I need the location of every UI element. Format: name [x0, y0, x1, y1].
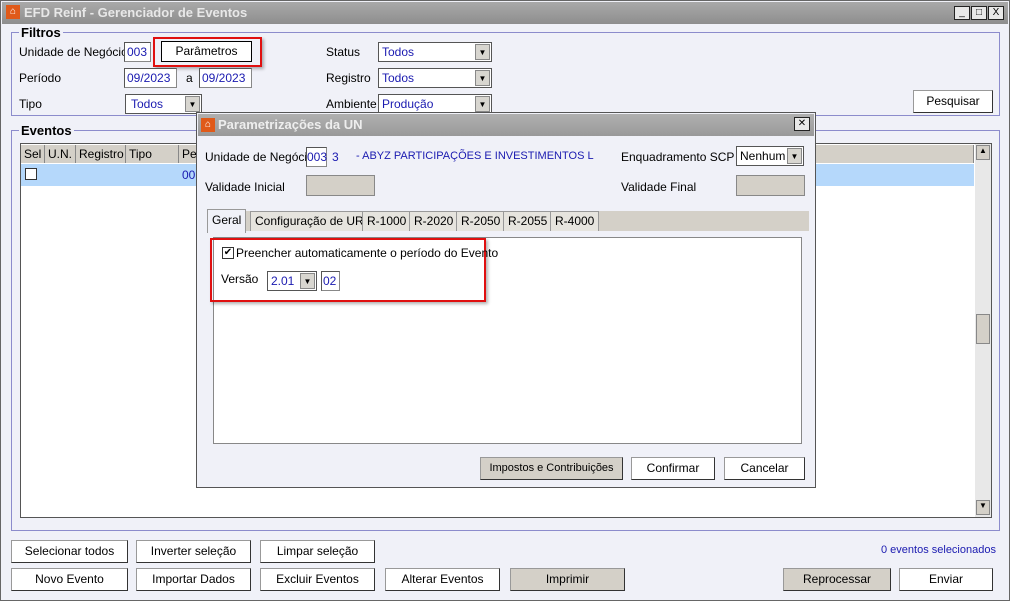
validade-final-label: Validade Final	[621, 180, 697, 194]
row-checkbox[interactable]	[25, 168, 37, 180]
tab-r1000[interactable]: R-1000	[362, 211, 412, 231]
filters-legend: Filtros	[19, 25, 63, 40]
scroll-up-icon[interactable]: ▲	[976, 145, 990, 160]
parametros-button[interactable]: Parâmetros	[161, 41, 252, 62]
validade-final-input[interactable]	[736, 175, 805, 196]
chevron-down-icon: ▼	[787, 148, 802, 164]
selecionar-todos-button[interactable]: Selecionar todos	[11, 540, 128, 563]
importar-dados-button[interactable]: Importar Dados	[136, 568, 251, 591]
registro-select[interactable]: Todos ▼	[378, 68, 492, 88]
chevron-down-icon: ▼	[475, 70, 490, 86]
ambiente-value: Produção	[382, 97, 434, 111]
col-sel[interactable]: Sel	[21, 145, 45, 163]
close-button[interactable]: X	[988, 6, 1004, 20]
unidade-input[interactable]: 003	[124, 42, 151, 62]
versao-value: 2.01	[271, 274, 295, 288]
dialog-unidade-code: 3	[332, 150, 339, 164]
chevron-down-icon: ▼	[185, 96, 200, 112]
status-value: Todos	[382, 45, 415, 59]
excluir-eventos-button[interactable]: Excluir Eventos	[260, 568, 375, 591]
enquadramento-select[interactable]: Nenhum ▼	[736, 146, 804, 166]
limpar-selecao-button[interactable]: Limpar seleção	[260, 540, 375, 563]
col-registro[interactable]: Registro	[76, 145, 126, 163]
tab-r4000[interactable]: R-4000	[550, 211, 600, 231]
impostos-contribuicoes-button[interactable]: Impostos e Contribuições	[480, 457, 623, 480]
registro-value: Todos	[382, 71, 415, 85]
registro-label: Registro	[326, 71, 371, 85]
pesquisar-button[interactable]: Pesquisar	[913, 90, 993, 113]
unidade-label: Unidade de Negócio	[19, 45, 128, 59]
validade-inicial-label: Validade Inicial	[205, 180, 285, 194]
versao-label: Versão	[221, 272, 259, 286]
imprimir-button[interactable]: Imprimir	[510, 568, 625, 591]
dialog-title: Parametrizações da UN	[198, 114, 814, 136]
ambiente-select[interactable]: Produção ▼	[378, 94, 492, 114]
dialog-unidade-label: Unidade de Negócio	[205, 150, 314, 164]
periodo-sep: a	[186, 71, 193, 85]
maximize-button[interactable]: □	[971, 6, 987, 20]
selected-count: 0 eventos selecionados	[881, 544, 996, 556]
preencher-label: Preencher automaticamente o período do E…	[236, 246, 499, 260]
scroll-thumb[interactable]	[976, 314, 990, 344]
alterar-eventos-button[interactable]: Alterar Eventos	[385, 568, 500, 591]
confirmar-button[interactable]: Confirmar	[631, 457, 715, 480]
app-icon: ⌂	[6, 5, 20, 19]
validade-inicial-input[interactable]	[306, 175, 375, 196]
col-un[interactable]: U.N.	[45, 145, 76, 163]
company-name: - ABYZ PARTICIPAÇÕES E INVESTIMENTOS L	[356, 150, 594, 162]
chevron-down-icon: ▼	[475, 96, 490, 112]
title-bar: EFD Reinf - Gerenciador de Eventos	[2, 2, 1008, 24]
enviar-button[interactable]: Enviar	[899, 568, 993, 591]
tipo-value: Todos	[131, 97, 164, 111]
col-tipo[interactable]: Tipo	[126, 145, 179, 163]
dialog-unidade-input[interactable]: 003	[306, 147, 327, 167]
versao-select[interactable]: 2.01 ▼	[267, 271, 317, 291]
enquadramento-label: Enquadramento SCP	[621, 150, 735, 164]
inverter-selecao-button[interactable]: Inverter seleção	[136, 540, 251, 563]
status-select[interactable]: Todos ▼	[378, 42, 492, 62]
periodo-label: Período	[19, 71, 62, 85]
tab-configuracao-url[interactable]: Configuração de URL	[250, 211, 376, 231]
novo-evento-button[interactable]: Novo Evento	[11, 568, 128, 591]
ambiente-label: Ambiente	[326, 97, 377, 111]
periodo-from-input[interactable]: 09/2023	[124, 68, 177, 88]
dialog-close-button[interactable]: ✕	[794, 117, 810, 131]
cancelar-button[interactable]: Cancelar	[724, 457, 805, 480]
tipo-label: Tipo	[19, 97, 42, 111]
minimize-button[interactable]: _	[954, 6, 970, 20]
chevron-down-icon: ▼	[300, 273, 315, 289]
chevron-down-icon: ▼	[475, 44, 490, 60]
status-label: Status	[326, 45, 361, 59]
scroll-down-icon[interactable]: ▼	[976, 500, 990, 515]
versao-sub-input[interactable]: 02	[321, 271, 340, 291]
tab-r2020[interactable]: R-2020	[409, 211, 459, 231]
app-icon: ⌂	[201, 118, 215, 132]
events-legend: Eventos	[19, 123, 74, 138]
preencher-checkbox[interactable]: ✔	[222, 247, 234, 259]
tipo-select[interactable]: Todos ▼	[125, 94, 202, 114]
periodo-to-input[interactable]: 09/2023	[199, 68, 252, 88]
reprocessar-button[interactable]: Reprocessar	[783, 568, 891, 591]
tab-r2050[interactable]: R-2050	[456, 211, 506, 231]
enquadramento-value: Nenhum	[740, 149, 786, 163]
tab-r2055[interactable]: R-2055	[503, 211, 553, 231]
tab-geral[interactable]: Geral	[207, 209, 247, 233]
row-periodo: 00	[182, 168, 196, 182]
